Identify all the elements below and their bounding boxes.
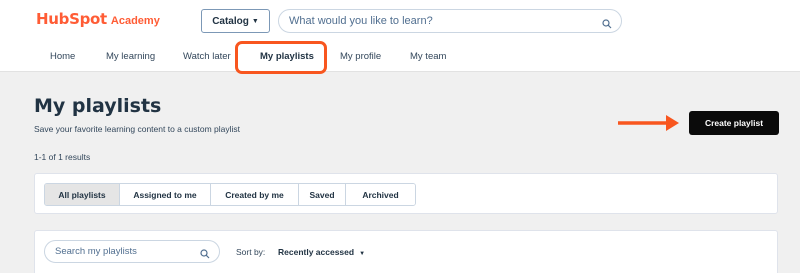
search-icon[interactable] xyxy=(200,246,210,264)
chevron-down-icon: ▼ xyxy=(251,17,259,25)
sort-value: Recently accessed xyxy=(278,247,355,257)
filter-assigned-to-me[interactable]: Assigned to me xyxy=(120,184,211,205)
global-search[interactable] xyxy=(278,9,622,33)
create-playlist-button[interactable]: Create playlist xyxy=(689,111,779,135)
filter-all-playlists[interactable]: All playlists xyxy=(45,184,120,205)
filter-created-by-me[interactable]: Created by me xyxy=(211,184,299,205)
active-tab-highlight xyxy=(235,41,327,74)
filter-card: All playlists Assigned to me Created by … xyxy=(34,173,778,214)
catalog-label: Catalog xyxy=(212,15,249,27)
nav-item-my-learning[interactable]: My learning xyxy=(106,51,155,62)
sort-dropdown[interactable]: Recently accessed ▼ xyxy=(278,247,365,257)
filter-archived[interactable]: Archived xyxy=(346,184,415,205)
nav-item-my-team[interactable]: My team xyxy=(410,51,446,62)
sort-label: Sort by: xyxy=(236,247,266,257)
nav-item-watch-later[interactable]: Watch later xyxy=(183,51,231,62)
page-subtitle: Save your favorite learning content to a… xyxy=(34,124,240,134)
nav-item-my-profile[interactable]: My profile xyxy=(340,51,381,62)
playlist-search-input[interactable] xyxy=(55,246,195,257)
main-nav: Home My learning Watch later My playlist… xyxy=(0,46,800,70)
arrow-right-icon xyxy=(618,115,679,131)
logo-brand: HubSpot xyxy=(36,10,107,28)
global-search-input[interactable] xyxy=(289,15,589,27)
filter-saved[interactable]: Saved xyxy=(299,184,346,205)
playlist-filter-tabs: All playlists Assigned to me Created by … xyxy=(44,183,416,206)
hubspot-academy-logo[interactable]: HubSpot Academy xyxy=(36,10,160,28)
playlist-search-card: Sort by: Recently accessed ▼ xyxy=(34,230,778,273)
nav-item-home[interactable]: Home xyxy=(50,51,75,62)
search-icon[interactable] xyxy=(602,16,612,34)
playlist-search[interactable] xyxy=(44,240,220,263)
chevron-down-icon: ▼ xyxy=(359,251,366,257)
result-count: 1-1 of 1 results xyxy=(34,152,91,162)
top-bar: HubSpot Academy Catalog ▼ Home My learni… xyxy=(0,0,800,72)
page-title: My playlists xyxy=(34,95,162,117)
logo-sub: Academy xyxy=(110,15,160,27)
catalog-button[interactable]: Catalog ▼ xyxy=(201,9,270,33)
